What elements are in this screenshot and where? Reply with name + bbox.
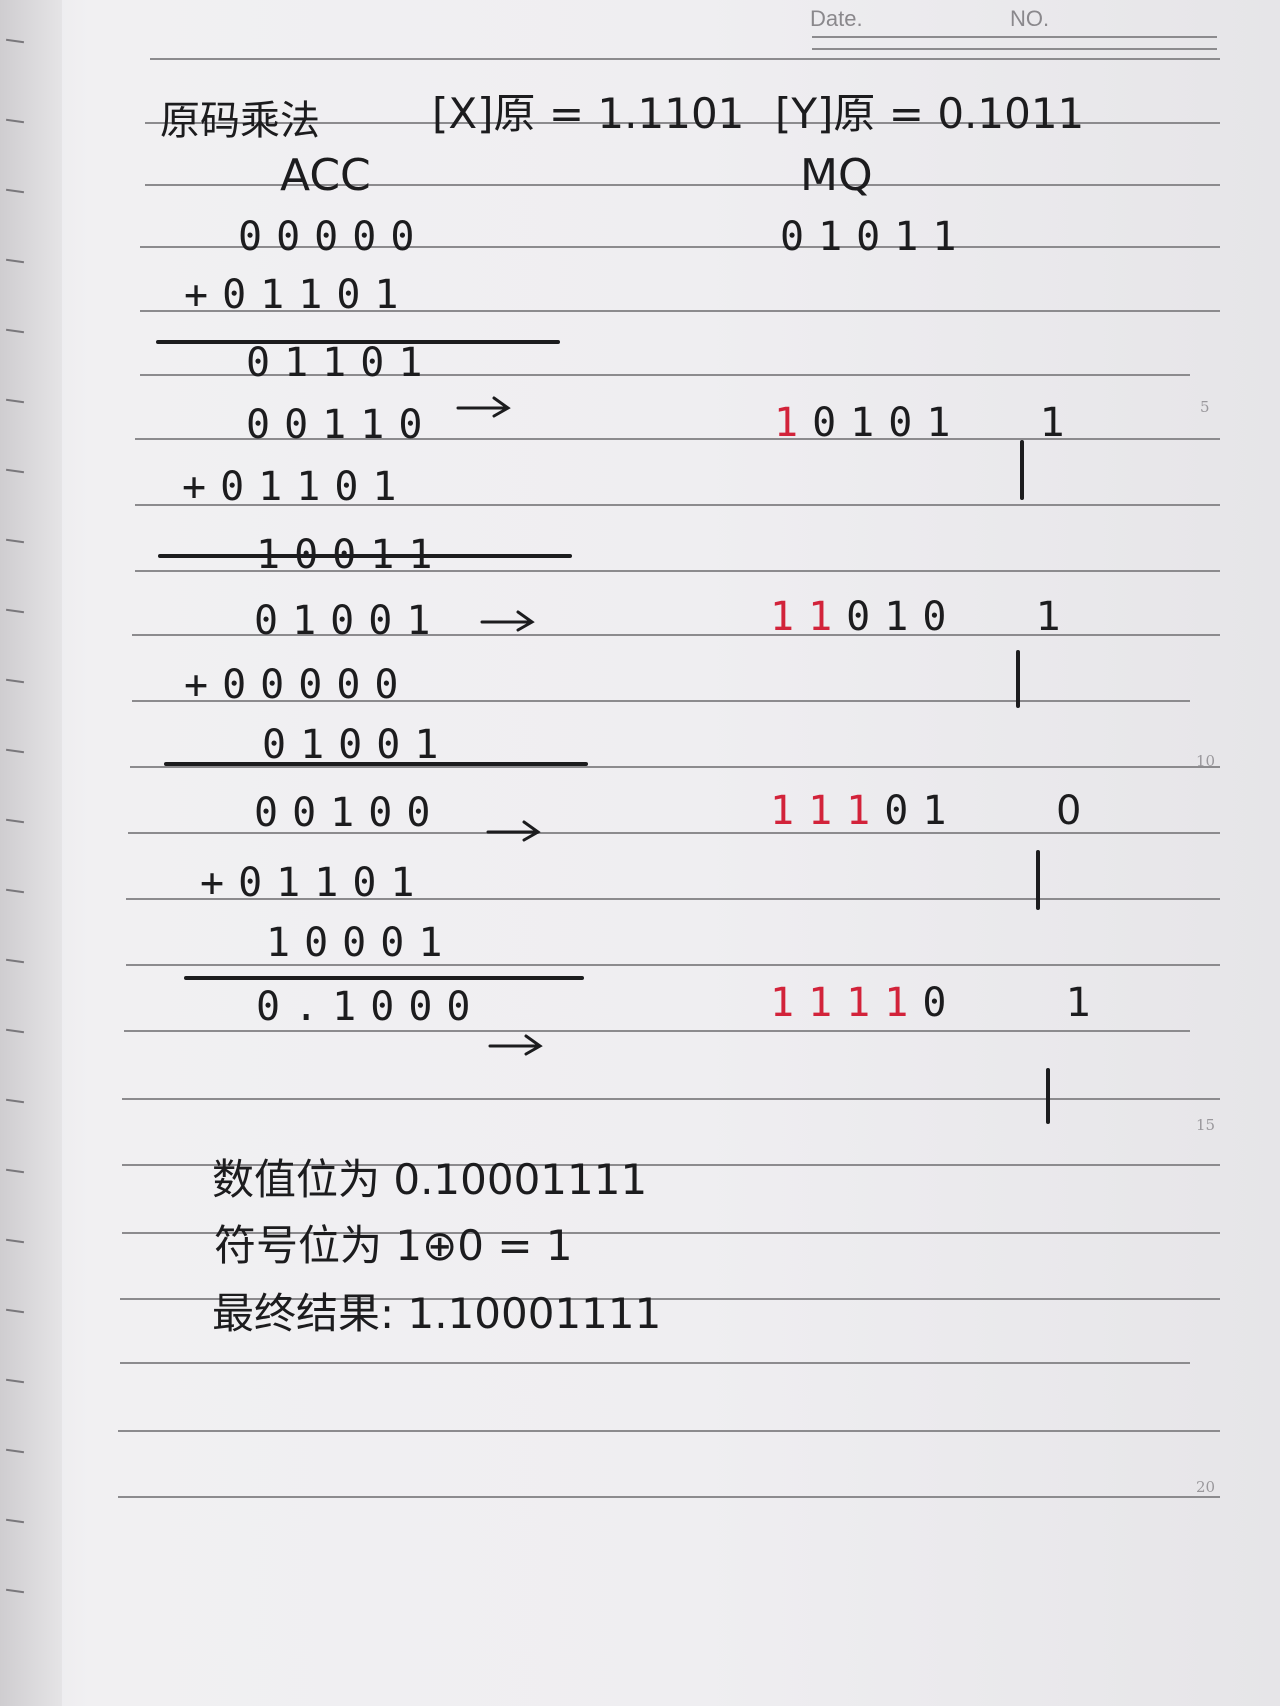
spine-tick [5, 1238, 25, 1244]
bit-divider [1020, 440, 1024, 500]
mq-remaining-bits: 010 [846, 594, 961, 640]
shift-right-arrow-icon [486, 820, 541, 842]
bit-divider [1016, 650, 1020, 708]
mq-row: 11110 [770, 980, 960, 1026]
spine-tick [5, 1308, 25, 1314]
mq-row: 11010 [770, 594, 960, 640]
date-label: Date. [810, 6, 863, 31]
value-bits-result: 数值位为 0.10001111 [212, 1155, 648, 1204]
mq-remaining-bits: 0101 [812, 400, 965, 446]
mq-remaining-bits: 01 [884, 788, 961, 834]
mq-tail-bit: 1 [1036, 594, 1062, 640]
acc-sum-row: 10001 [266, 920, 457, 966]
final-result: 最终结果: 1.10001111 [212, 1289, 662, 1338]
ruled-line [122, 1098, 1220, 1100]
mq-shifted-bits: 11 [770, 594, 847, 640]
ruled-line [150, 58, 1220, 60]
spine-tick [5, 1588, 25, 1594]
spine-tick [5, 258, 25, 264]
ruled-line [118, 1496, 1220, 1498]
notebook-page: Date. NO. 5 10 15 20 原码乘法 [X]原 = 1.1101 … [0, 0, 1280, 1706]
spine-tick [5, 748, 25, 754]
acc-row: 00000 [238, 214, 429, 260]
shift-right-arrow-icon [480, 610, 535, 632]
spine-tick [5, 1448, 25, 1454]
spine-tick [5, 538, 25, 544]
page-title: 原码乘法 [160, 98, 320, 144]
ruled-line [118, 1430, 1220, 1432]
bit-divider [1036, 850, 1040, 910]
line-number: 20 [1196, 1478, 1216, 1496]
mq-tail-bit: 1 [1066, 980, 1092, 1026]
spine-tick [5, 1028, 25, 1034]
ruled-line [120, 1362, 1190, 1364]
ruled-line [124, 1030, 1190, 1032]
x-sign-magnitude: [X]原 = 1.1101 [432, 89, 745, 138]
spine-tick [5, 188, 25, 194]
acc-sum-row: 01001 [262, 722, 453, 768]
header-rule [812, 36, 1217, 38]
acc-shift-row: 01001 [254, 598, 445, 644]
spine-tick [5, 678, 25, 684]
spine-tick [5, 1098, 25, 1104]
acc-addend-row: +00000 [184, 662, 413, 708]
spine-tick [5, 1168, 25, 1174]
no-label: NO. [1010, 6, 1050, 31]
line-number: 10 [1196, 752, 1216, 770]
acc-sum-row: 01101 [246, 340, 437, 386]
spine-tick [5, 818, 25, 824]
mq-row: 10101 [774, 400, 964, 446]
acc-shift-row: 0.1000 [256, 984, 485, 1030]
acc-sum-row: 10011 [256, 532, 447, 578]
acc-addend-row: +01101 [182, 464, 411, 510]
acc-addend-row: +01101 [200, 860, 429, 906]
spine-tick [5, 468, 25, 474]
spine-tick [5, 328, 25, 334]
mq-tail-bit: 0 [1056, 788, 1082, 834]
mq-remaining-bits: 0 [922, 980, 961, 1026]
acc-header: ACC [280, 150, 371, 201]
mq-shifted-bits: 1111 [770, 980, 923, 1026]
sign-bit-result: 符号位为 1⊕0 = 1 [214, 1221, 573, 1270]
mq-tail-bit: 1 [1040, 400, 1066, 446]
acc-shift-row: 00110 [246, 402, 437, 448]
acc-shift-row: 00100 [254, 790, 445, 836]
line-number: 15 [1196, 1116, 1216, 1134]
spine-tick [5, 888, 25, 894]
y-sign-magnitude: [Y]原 = 0.1011 [775, 89, 1085, 138]
spine-tick [5, 958, 25, 964]
mq-shifted-bits: 1 [774, 400, 813, 446]
notebook-spine [0, 0, 62, 1706]
mq-header: MQ [800, 150, 873, 201]
mq-row: 11101 [770, 788, 960, 834]
spine-tick [5, 1378, 25, 1384]
line-number: 5 [1200, 398, 1210, 416]
acc-addend-row: +01101 [184, 272, 413, 318]
spine-tick [5, 1518, 25, 1524]
spine-tick [5, 398, 25, 404]
addition-underline [184, 976, 584, 980]
mq-shifted-bits: 111 [770, 788, 885, 834]
shift-right-arrow-icon [456, 396, 511, 418]
spine-tick [5, 118, 25, 124]
shift-right-arrow-icon [488, 1034, 543, 1056]
bit-divider [1046, 1068, 1050, 1124]
mq-row: 01011 [780, 214, 971, 260]
spine-tick [5, 608, 25, 614]
header-rule [812, 48, 1217, 50]
spine-tick [5, 38, 25, 44]
